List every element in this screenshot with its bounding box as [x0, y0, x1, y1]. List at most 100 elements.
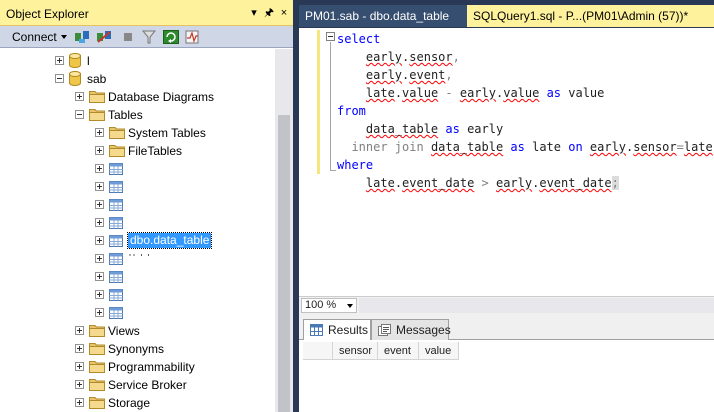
code-line[interactable]: early.event,: [337, 66, 453, 84]
tab-data-table[interactable]: PM01.sab - dbo.data_table: [299, 5, 469, 27]
outline-line: [330, 42, 331, 170]
folder-programmability[interactable]: Programmability: [0, 358, 275, 376]
code-token: ,: [445, 68, 453, 82]
expand-icon[interactable]: [95, 236, 104, 245]
window-position-dropdown-icon[interactable]: ▾: [247, 6, 261, 20]
expand-icon[interactable]: [95, 272, 104, 281]
collapse-icon[interactable]: [55, 74, 64, 83]
stop-icon[interactable]: [120, 30, 136, 44]
tab-results[interactable]: Results: [303, 319, 371, 340]
code-token: sensor: [633, 140, 677, 154]
close-icon[interactable]: ×: [277, 6, 291, 20]
table-icon: [109, 307, 123, 319]
connect-object-explorer-icon[interactable]: [74, 30, 90, 44]
table-node-1[interactable]: [0, 160, 275, 178]
code-line[interactable]: from: [337, 102, 366, 120]
expand-icon[interactable]: [95, 218, 104, 227]
db-node-l[interactable]: l: [0, 52, 275, 70]
folder-system-tables[interactable]: System Tables: [0, 124, 275, 142]
code-line[interactable]: late.event_date > early.event_date;: [337, 174, 619, 192]
table-node-6[interactable]: ˈˈ ˈ ˈ: [0, 250, 275, 268]
column-header-sensor[interactable]: sensor: [333, 342, 378, 360]
connect-button[interactable]: Connect: [12, 30, 57, 44]
expand-icon[interactable]: [55, 56, 64, 65]
folder-database-diagrams[interactable]: Database Diagrams: [0, 88, 275, 106]
connect-dropdown-icon[interactable]: [61, 35, 67, 39]
folder-views[interactable]: Views: [0, 322, 275, 340]
code-token: early: [365, 50, 403, 64]
table-node-3[interactable]: [0, 196, 275, 214]
tab-messages-label: Messages: [396, 323, 451, 337]
column-header-value[interactable]: value: [419, 342, 459, 360]
sql-editor[interactable]: select early.sensor, early.event, late.v…: [299, 28, 714, 296]
expand-icon[interactable]: [75, 344, 84, 353]
object-explorer-title: Object Explorer: [6, 7, 89, 21]
row-header-corner[interactable]: [303, 342, 333, 360]
folder-icon: [89, 91, 105, 103]
expand-icon[interactable]: [75, 380, 84, 389]
table-node-data-table[interactable]: dbo.data_table: [0, 232, 275, 250]
tab-sql-query[interactable]: SQLQuery1.sql - P...(PM01\Admin (57))*: [467, 5, 714, 27]
expand-icon[interactable]: [95, 254, 104, 263]
tab-messages[interactable]: Messages: [371, 319, 451, 340]
code-token: early: [495, 176, 533, 190]
folder-synonyms[interactable]: Synonyms: [0, 340, 275, 358]
folder-icon: [89, 343, 105, 355]
folder-icon: [89, 397, 105, 409]
code-line[interactable]: data_table as early: [337, 120, 503, 138]
table-node-4[interactable]: [0, 214, 275, 232]
scrollbar-thumb[interactable]: [278, 115, 290, 412]
tree-node-label: sab: [87, 72, 107, 86]
object-explorer-scrollbar[interactable]: [275, 49, 293, 412]
folder-tables[interactable]: Tables: [0, 106, 275, 124]
code-line[interactable]: late.value - early.value as value: [337, 84, 604, 102]
code-line[interactable]: where: [337, 156, 373, 174]
outline-line-end: [330, 170, 336, 171]
table-node-2[interactable]: [0, 178, 275, 196]
results-grid[interactable]: sensor event value: [303, 342, 714, 412]
expand-icon[interactable]: [95, 290, 104, 299]
expand-icon[interactable]: [75, 326, 84, 335]
table-node-9[interactable]: [0, 304, 275, 322]
expand-icon[interactable]: [95, 146, 104, 155]
tree-node-label: System Tables: [128, 126, 206, 140]
editor-status-bar: 100 %: [299, 296, 714, 314]
table-node-7[interactable]: [0, 268, 275, 286]
folder-filetables[interactable]: FileTables: [0, 142, 275, 160]
table-node-8[interactable]: [0, 286, 275, 304]
disconnect-icon[interactable]: [96, 30, 112, 44]
collapse-region-icon[interactable]: [326, 32, 335, 41]
code-line[interactable]: select: [337, 30, 380, 48]
table-icon: [109, 181, 123, 193]
document-tab-strip: PM01.sab - dbo.data_table SQLQuery1.sql …: [299, 0, 714, 28]
expand-icon[interactable]: [75, 92, 84, 101]
folder-storage[interactable]: Storage: [0, 394, 275, 412]
expand-icon[interactable]: [95, 308, 104, 317]
code-token: inner join: [351, 140, 424, 154]
zoom-select[interactable]: 100 %: [301, 298, 357, 313]
code-line[interactable]: inner join data_table as late on early.s…: [337, 138, 714, 156]
code-token: late: [365, 176, 395, 190]
editor-horizontal-scrollbar[interactable]: [359, 298, 714, 313]
tree-node-label: Storage: [108, 396, 151, 410]
filter-icon[interactable]: [141, 30, 157, 44]
refresh-icon[interactable]: [163, 30, 179, 44]
folder-service-broker[interactable]: Service Broker: [0, 376, 275, 394]
tree-node-label: Database Diagrams: [108, 90, 215, 104]
expand-icon[interactable]: [95, 182, 104, 191]
expand-icon[interactable]: [75, 398, 84, 407]
collapse-icon[interactable]: [75, 110, 84, 119]
database-icon: [69, 71, 81, 86]
code-token: early: [459, 86, 496, 100]
expand-icon[interactable]: [75, 362, 84, 371]
pin-icon[interactable]: 🖈: [262, 6, 276, 20]
expand-icon[interactable]: [95, 200, 104, 209]
db-node-sab[interactable]: sab: [0, 70, 275, 88]
activity-monitor-icon[interactable]: [185, 30, 201, 44]
expand-icon[interactable]: [95, 128, 104, 137]
column-header-event[interactable]: event: [378, 342, 419, 360]
code-token: from: [337, 104, 366, 118]
code-line[interactable]: early.sensor,: [337, 48, 460, 66]
expand-icon[interactable]: [95, 164, 104, 173]
